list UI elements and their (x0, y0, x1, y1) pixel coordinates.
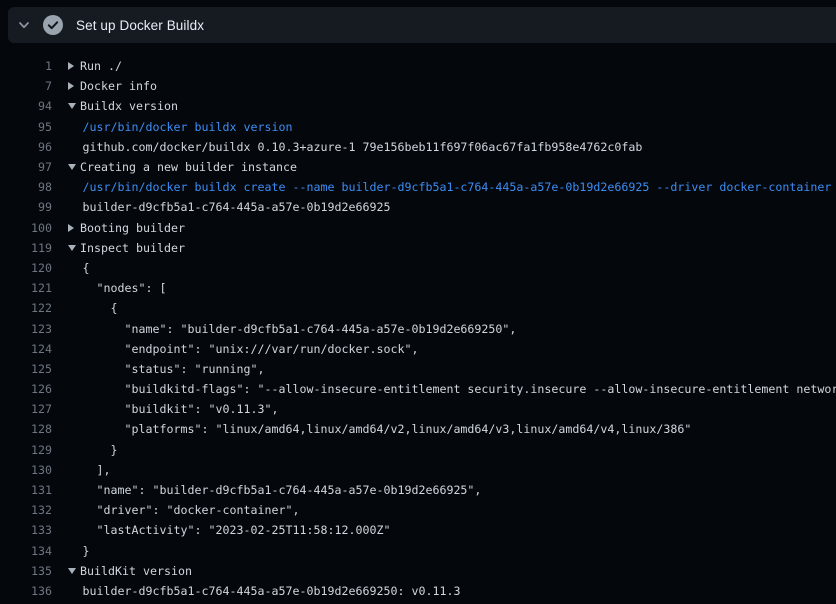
log-line: 121 "nodes": [ (0, 278, 836, 298)
log-line[interactable]: 7 Docker info (0, 76, 836, 96)
log-line-text: "nodes": [ (68, 281, 167, 295)
line-number[interactable]: 120 (0, 261, 52, 275)
log-line[interactable]: 135 BuildKit version (0, 561, 836, 581)
log-line-text: "status": "running", (68, 362, 264, 376)
group-collapsed-icon[interactable] (68, 79, 80, 93)
group-collapsed-icon[interactable] (68, 59, 80, 73)
log-line-text: "driver": "docker-container", (68, 503, 299, 517)
log-line-text: { (68, 261, 90, 275)
log-line-text: Docker info (68, 79, 157, 93)
line-number[interactable]: 94 (0, 99, 52, 113)
line-number[interactable]: 7 (0, 79, 52, 93)
log-line: 125 "status": "running", (0, 359, 836, 379)
line-number[interactable]: 126 (0, 382, 52, 396)
chevron-down-icon[interactable] (8, 18, 40, 32)
log-line: 136 builder-d9cfb5a1-c764-445a-a57e-0b19… (0, 581, 836, 601)
line-number[interactable]: 96 (0, 140, 52, 154)
log-line: 131 "name": "builder-d9cfb5a1-c764-445a-… (0, 480, 836, 500)
line-number[interactable]: 130 (0, 463, 52, 477)
line-number[interactable]: 97 (0, 160, 52, 174)
line-number[interactable]: 132 (0, 503, 52, 517)
log-line-text: } (68, 443, 118, 457)
line-number[interactable]: 129 (0, 443, 52, 457)
log-line: 127 "buildkit": "v0.11.3", (0, 399, 836, 419)
log-line-text: /usr/bin/docker buildx version (68, 120, 292, 134)
log-line-text: /usr/bin/docker buildx create --name bui… (68, 180, 831, 194)
log-line-text: Creating a new builder instance (68, 160, 297, 174)
log-line-text: "lastActivity": "2023-02-25T11:58:12.000… (68, 523, 390, 537)
line-number[interactable]: 99 (0, 200, 52, 214)
log-line: 98 /usr/bin/docker buildx create --name … (0, 177, 836, 197)
group-expanded-icon[interactable] (68, 241, 80, 255)
group-collapsed-icon[interactable] (68, 221, 80, 235)
log-line-text: builder-d9cfb5a1-c764-445a-a57e-0b19d2e6… (68, 584, 460, 598)
log-line: 134 } (0, 541, 836, 561)
group-expanded-icon[interactable] (68, 564, 80, 578)
log-line: 130 ], (0, 460, 836, 480)
log-line-text: "buildkitd-flags": "--allow-insecure-ent… (68, 382, 836, 396)
log-line-text: { (68, 301, 118, 315)
log-line-text: Buildx version (68, 99, 178, 113)
log-line: 120 { (0, 258, 836, 278)
log-line-text: BuildKit version (68, 564, 192, 578)
line-number[interactable]: 128 (0, 422, 52, 436)
log-view: 1 Run ./ 7 Docker info 94 Buildx version… (0, 43, 836, 601)
log-line: 122 { (0, 298, 836, 318)
line-number[interactable]: 125 (0, 362, 52, 376)
log-line-text: Inspect builder (68, 241, 185, 255)
log-line: 95 /usr/bin/docker buildx version (0, 117, 836, 137)
log-line: 129 } (0, 440, 836, 460)
log-line-text: github.com/docker/buildx 0.10.3+azure-1 … (68, 140, 642, 154)
line-number[interactable]: 98 (0, 180, 52, 194)
line-number[interactable]: 133 (0, 523, 52, 537)
log-line-text: "platforms": "linux/amd64,linux/amd64/v2… (68, 422, 691, 436)
log-line-text: builder-d9cfb5a1-c764-445a-a57e-0b19d2e6… (68, 200, 390, 214)
line-number[interactable]: 136 (0, 584, 52, 598)
log-line: 133 "lastActivity": "2023-02-25T11:58:12… (0, 520, 836, 540)
log-line-text: "name": "builder-d9cfb5a1-c764-445a-a57e… (68, 483, 481, 497)
line-number[interactable]: 122 (0, 301, 52, 315)
log-line-text: Run ./ (68, 59, 122, 73)
log-line-text: "name": "builder-d9cfb5a1-c764-445a-a57e… (68, 322, 516, 336)
log-line: 123 "name": "builder-d9cfb5a1-c764-445a-… (0, 318, 836, 338)
step-title: Set up Docker Buildx (76, 18, 204, 33)
group-expanded-icon[interactable] (68, 99, 80, 113)
step-header[interactable]: Set up Docker Buildx (8, 7, 836, 43)
log-line: 124 "endpoint": "unix:///var/run/docker.… (0, 339, 836, 359)
line-number[interactable]: 127 (0, 402, 52, 416)
line-number[interactable]: 123 (0, 322, 52, 336)
log-line: 96 github.com/docker/buildx 0.10.3+azure… (0, 137, 836, 157)
line-number[interactable]: 95 (0, 120, 52, 134)
line-number[interactable]: 134 (0, 544, 52, 558)
group-expanded-icon[interactable] (68, 160, 80, 174)
line-number[interactable]: 100 (0, 221, 52, 235)
log-line[interactable]: 119 Inspect builder (0, 238, 836, 258)
line-number[interactable]: 1 (0, 59, 52, 73)
line-number[interactable]: 121 (0, 281, 52, 295)
line-number[interactable]: 131 (0, 483, 52, 497)
log-line: 128 "platforms": "linux/amd64,linux/amd6… (0, 419, 836, 439)
line-number[interactable]: 124 (0, 342, 52, 356)
log-line: 132 "driver": "docker-container", (0, 500, 836, 520)
line-number[interactable]: 119 (0, 241, 52, 255)
log-line-text: Booting builder (68, 221, 185, 235)
log-line: 99 builder-d9cfb5a1-c764-445a-a57e-0b19d… (0, 197, 836, 217)
log-line[interactable]: 94 Buildx version (0, 96, 836, 116)
log-line-text: ], (68, 463, 111, 477)
log-line-text: "endpoint": "unix:///var/run/docker.sock… (68, 342, 418, 356)
check-circle-icon (40, 15, 66, 35)
log-line-text: } (68, 544, 90, 558)
line-number[interactable]: 135 (0, 564, 52, 578)
log-line-text: "buildkit": "v0.11.3", (68, 402, 278, 416)
log-line[interactable]: 100 Booting builder (0, 218, 836, 238)
log-line[interactable]: 1 Run ./ (0, 56, 836, 76)
log-line[interactable]: 97 Creating a new builder instance (0, 157, 836, 177)
log-line: 126 "buildkitd-flags": "--allow-insecure… (0, 379, 836, 399)
